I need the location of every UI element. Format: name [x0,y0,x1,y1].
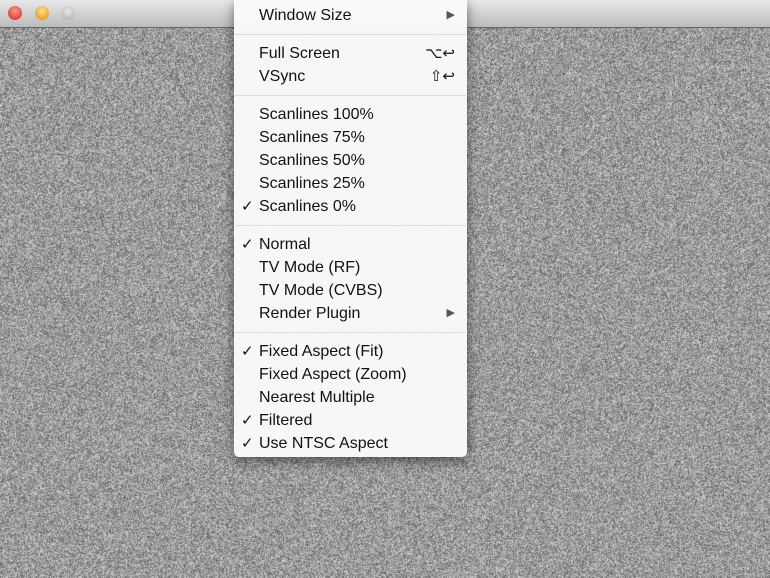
menu-item-label: Scanlines 25% [259,172,365,195]
menu-item-label: Scanlines 100% [259,103,374,126]
zoom-button[interactable] [61,6,75,20]
keyboard-shortcut: ⇧↩ [430,65,455,88]
menu-item-label: Use NTSC Aspect [259,432,388,455]
menu-item-filtered[interactable]: ✓ Filtered [234,409,467,432]
menu-item-scanlines-25[interactable]: Scanlines 25% [234,172,467,195]
menu-item-label: Fixed Aspect (Zoom) [259,363,407,386]
menu-item-label: Render Plugin [259,302,360,325]
menu-item-nearest-multiple[interactable]: Nearest Multiple [234,386,467,409]
menu-item-scanlines-0[interactable]: ✓ Scanlines 0% [234,195,467,218]
checkmark-icon: ✓ [241,340,254,363]
menu-item-scanlines-75[interactable]: Scanlines 75% [234,126,467,149]
close-button[interactable] [8,6,22,20]
menu-separator [235,34,466,35]
menu-item-tv-mode-cvbs[interactable]: TV Mode (CVBS) [234,279,467,302]
menu-item-label: Scanlines 0% [259,195,356,218]
menu-item-label: VSync [259,65,305,88]
menu-item-label: Full Screen [259,42,340,65]
menu-item-label: Filtered [259,409,312,432]
menu-item-label: TV Mode (RF) [259,256,360,279]
menu-item-window-size[interactable]: Window Size ▶ [234,4,467,27]
menu-separator [235,95,466,96]
menu-item-tv-mode-rf[interactable]: TV Mode (RF) [234,256,467,279]
menu-item-normal[interactable]: ✓ Normal [234,233,467,256]
keyboard-shortcut: ⌥↩ [425,42,455,65]
menu-item-scanlines-100[interactable]: Scanlines 100% [234,103,467,126]
menu-separator [235,332,466,333]
menu-item-vsync[interactable]: VSync ⇧↩ [234,65,467,88]
checkmark-icon: ✓ [241,432,254,455]
minimize-button[interactable] [35,6,49,20]
menu-item-label: Nearest Multiple [259,386,375,409]
checkmark-icon: ✓ [241,409,254,432]
menu-item-scanlines-50[interactable]: Scanlines 50% [234,149,467,172]
menu-separator [235,225,466,226]
checkmark-icon: ✓ [241,233,254,256]
menu-item-fixed-aspect-fit[interactable]: ✓ Fixed Aspect (Fit) [234,340,467,363]
menu-item-render-plugin[interactable]: Render Plugin ▶ [234,302,467,325]
checkmark-icon: ✓ [241,195,254,218]
menu-item-label: Scanlines 50% [259,149,365,172]
menu-item-label: Fixed Aspect (Fit) [259,340,383,363]
video-options-menu: Window Size ▶ Full Screen ⌥↩ VSync ⇧↩ Scanline… [234,0,467,457]
menu-item-use-ntsc-aspect[interactable]: ✓ Use NTSC Aspect [234,432,467,455]
menu-item-label: Normal [259,233,311,256]
submenu-arrow-icon: ▶ [447,302,455,325]
menu-item-label: Window Size [259,4,351,27]
menu-item-label: TV Mode (CVBS) [259,279,383,302]
menu-item-full-screen[interactable]: Full Screen ⌥↩ [234,42,467,65]
submenu-arrow-icon: ▶ [447,4,455,27]
menu-item-label: Scanlines 75% [259,126,365,149]
menu-item-fixed-aspect-zoom[interactable]: Fixed Aspect (Zoom) [234,363,467,386]
